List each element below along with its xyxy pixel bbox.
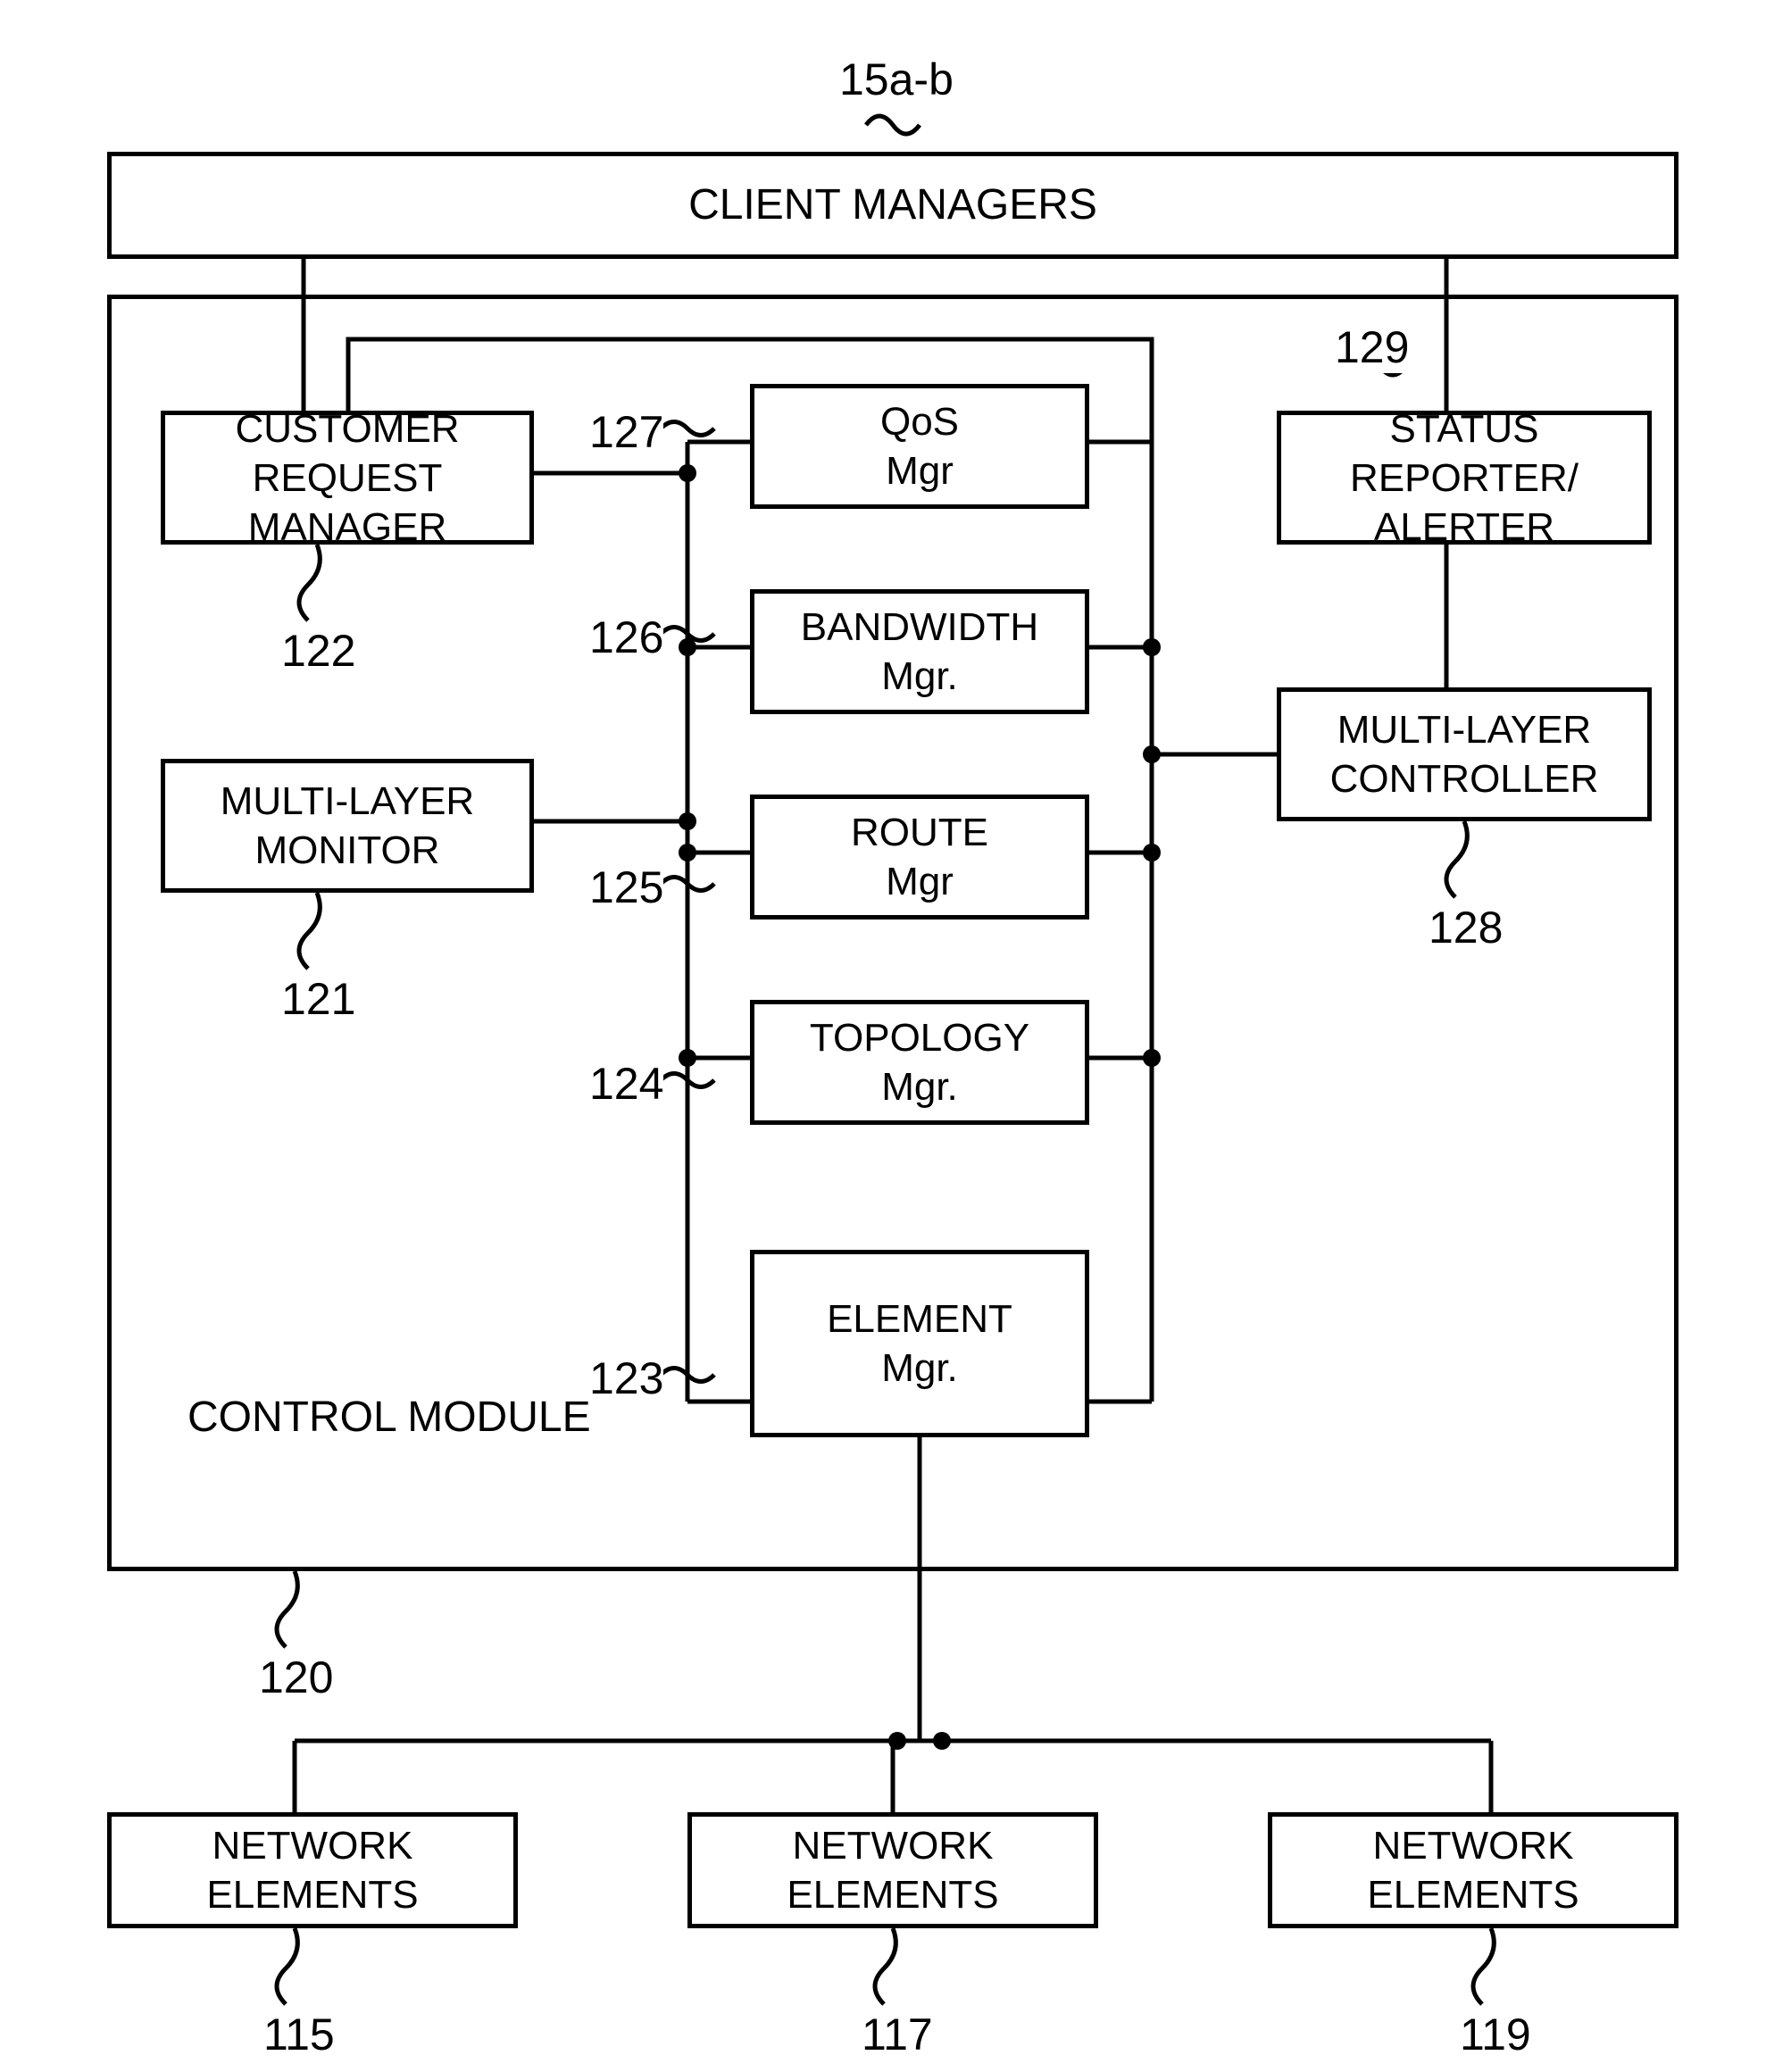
ref-129: 129 — [1335, 321, 1409, 373]
network-elements-1-box: NETWORK ELEMENTS — [107, 1812, 518, 1928]
client-managers-box: CLIENT MANAGERS — [107, 152, 1679, 259]
ref-128: 128 — [1429, 902, 1503, 953]
network-elements-2-box: NETWORK ELEMENTS — [687, 1812, 1098, 1928]
customer-request-manager-box: CUSTOMER REQUEST MANAGER — [161, 411, 534, 545]
ref-127: 127 — [589, 406, 663, 458]
band-text: BANDWIDTH Mgr. — [801, 603, 1038, 701]
mlc-text: MULTI-LAYER CONTROLLER — [1330, 705, 1599, 803]
status-reporter-box: STATUS REPORTER/ ALERTER — [1277, 411, 1652, 545]
route-mgr-box: ROUTE Mgr — [750, 795, 1089, 920]
ref-121: 121 — [281, 973, 355, 1025]
elem-text: ELEMENT Mgr. — [827, 1294, 1012, 1393]
ref-115: 115 — [263, 2009, 335, 2060]
status-text: STATUS REPORTER/ ALERTER — [1288, 404, 1640, 552]
ref-125: 125 — [589, 861, 663, 913]
bandwidth-mgr-box: BANDWIDTH Mgr. — [750, 589, 1089, 714]
ref-120: 120 — [259, 1652, 333, 1703]
ne2-text: NETWORK ELEMENTS — [699, 1821, 1087, 1919]
ref-122: 122 — [281, 625, 355, 677]
route-text: ROUTE Mgr — [851, 808, 988, 906]
ref-15ab: 15a-b — [839, 54, 954, 105]
element-mgr-box: ELEMENT Mgr. — [750, 1250, 1089, 1437]
qos-text: QoS Mgr — [880, 397, 959, 495]
network-elements-3-box: NETWORK ELEMENTS — [1268, 1812, 1679, 1928]
diagram-canvas: 15a-b CLIENT MANAGERS CONTROL MODULE CUS… — [0, 0, 1766, 2072]
ref-117: 117 — [862, 2009, 933, 2060]
ne3-text: NETWORK ELEMENTS — [1279, 1821, 1667, 1919]
multi-layer-controller-box: MULTI-LAYER CONTROLLER — [1277, 687, 1652, 821]
client-managers-label: CLIENT MANAGERS — [688, 179, 1097, 232]
qos-mgr-box: QoS Mgr — [750, 384, 1089, 509]
crm-text: CUSTOMER REQUEST MANAGER — [172, 404, 522, 552]
ref-124: 124 — [589, 1058, 663, 1110]
control-module-label: CONTROL MODULE — [187, 1393, 591, 1442]
ref-119: 119 — [1460, 2009, 1531, 2060]
topo-text: TOPOLOGY Mgr. — [810, 1013, 1029, 1111]
ref-123: 123 — [589, 1352, 663, 1404]
multi-layer-monitor-box: MULTI-LAYER MONITOR — [161, 759, 534, 893]
ne1-text: NETWORK ELEMENTS — [119, 1821, 506, 1919]
mlm-text: MULTI-LAYER MONITOR — [221, 777, 474, 875]
topology-mgr-box: TOPOLOGY Mgr. — [750, 1000, 1089, 1125]
ref-126: 126 — [589, 612, 663, 663]
